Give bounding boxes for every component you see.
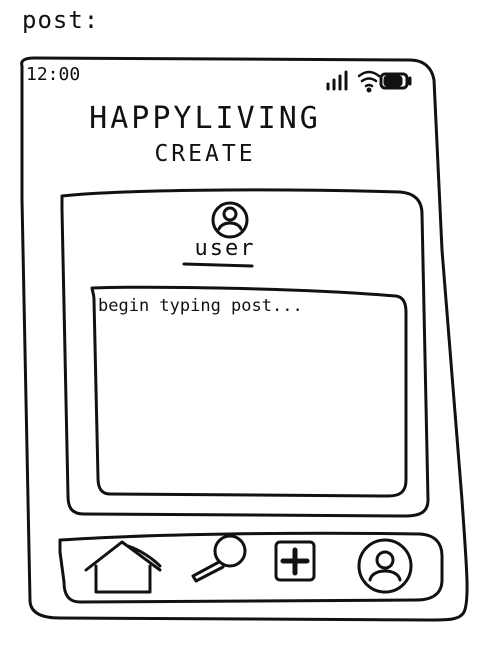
nav-home-button[interactable]	[80, 536, 168, 598]
signal-icon	[326, 70, 348, 91]
nav-search-button[interactable]	[188, 534, 254, 586]
app-title: HAPPYLIVING	[89, 101, 321, 136]
screen-title: CREATE	[154, 141, 256, 167]
user-underline	[182, 262, 254, 268]
post-input[interactable]	[98, 296, 394, 486]
nav-create-button[interactable]	[272, 538, 318, 584]
status-time: 12:00	[26, 64, 81, 85]
page-label: post:	[22, 6, 100, 34]
nav-profile-button[interactable]	[356, 538, 414, 596]
avatar-button[interactable]	[210, 200, 250, 240]
wifi-icon	[357, 70, 381, 93]
battery-icon	[379, 72, 412, 90]
